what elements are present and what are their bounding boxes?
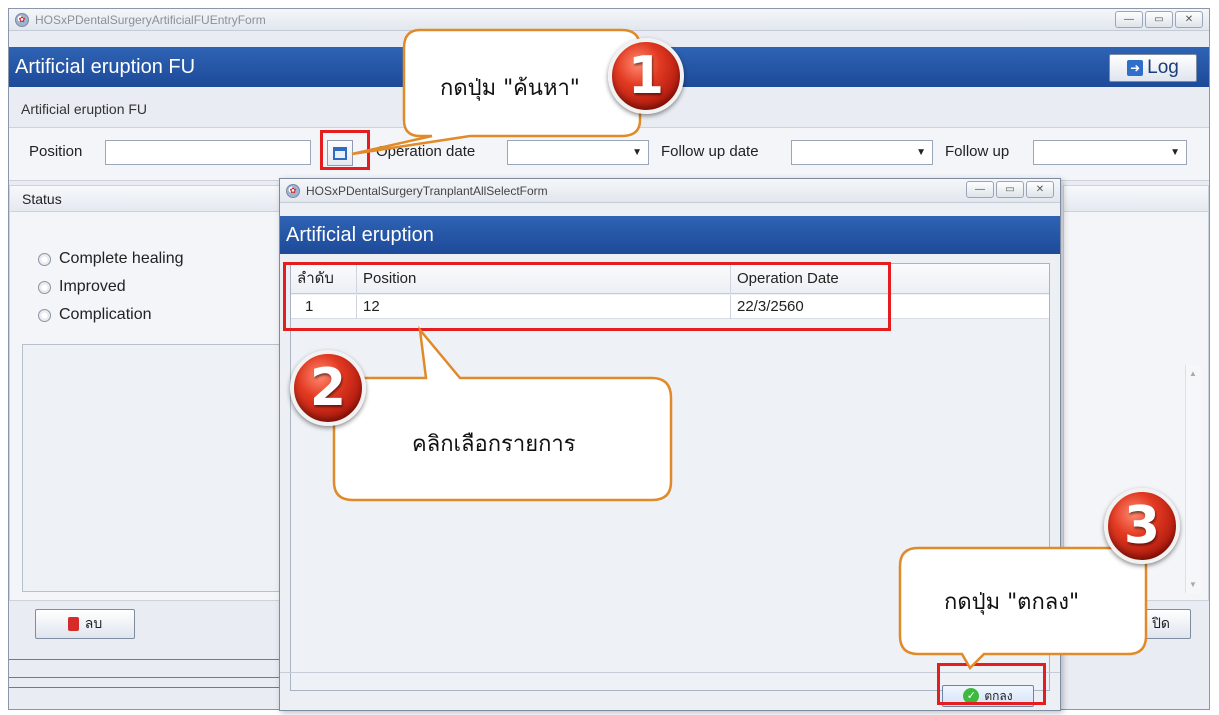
step-1-badge: 1 xyxy=(608,38,684,114)
callout-step1-text: กดปุ่ม "ค้นหา" xyxy=(440,76,580,101)
step-3-badge: 3 xyxy=(1104,488,1180,564)
callout-step3-text: กดปุ่ม "ตกลง" xyxy=(944,590,1080,615)
step-2-badge: 2 xyxy=(290,350,366,426)
callout-step2-text: คลิกเลือกรายการ xyxy=(412,432,576,457)
